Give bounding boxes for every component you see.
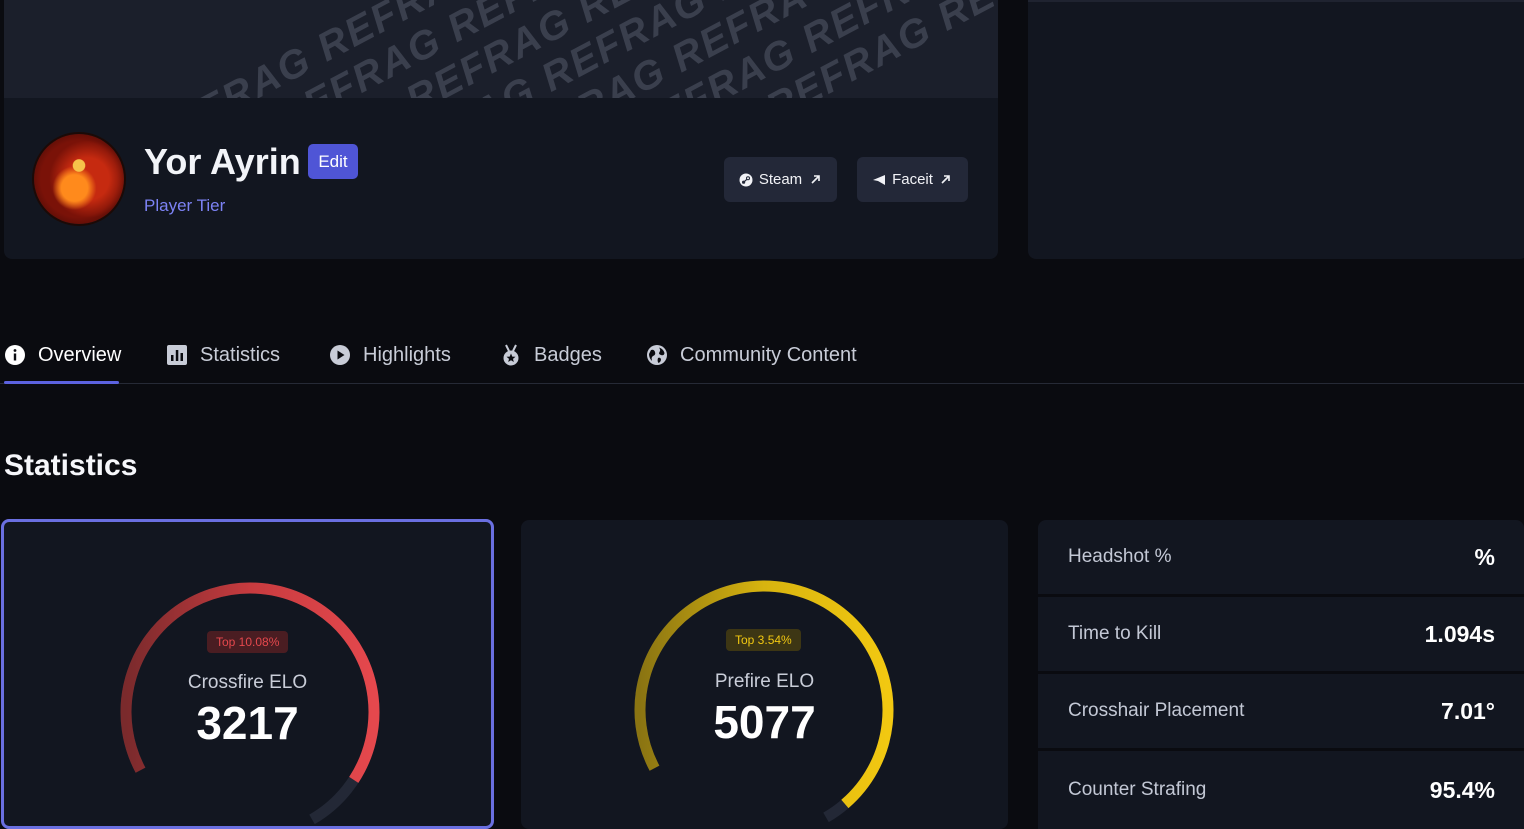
tab-label: Community Content — [680, 343, 857, 366]
stat-label: Counter Strafing — [1068, 779, 1207, 800]
tab-label: Statistics — [200, 343, 281, 366]
player-tier-link[interactable]: Player Tier — [144, 196, 225, 216]
tab-statistics[interactable]: Statistics — [166, 326, 280, 384]
profile-banner: REFRAG REFRAG REFRAG REFRAG REFRAG REFRA… — [4, 0, 998, 98]
tab-overview[interactable]: Overview — [4, 326, 122, 384]
avatar[interactable] — [34, 134, 124, 224]
stats-list: Headshot % % Time to Kill 1.094s Crossha… — [1038, 520, 1524, 829]
stat-label: Time to Kill — [1068, 623, 1162, 644]
edit-button[interactable]: Edit — [308, 144, 358, 179]
tab-label: Overview — [38, 343, 122, 366]
gauge-label: Prefire ELO — [714, 671, 815, 692]
crossfire-elo-card[interactable]: Top 10.08% Crossfire ELO 3217 — [1, 519, 494, 829]
stat-label: Headshot % — [1068, 546, 1172, 567]
stat-row-headshot: Headshot % % — [1038, 520, 1524, 594]
stat-row-time-to-kill: Time to Kill 1.094s — [1038, 597, 1524, 671]
stat-row-counter-strafing: Counter Strafing 95.4% — [1038, 751, 1524, 829]
external-arrow-icon — [939, 173, 953, 187]
steam-icon — [739, 173, 753, 187]
stat-value: 7.01° — [1441, 697, 1495, 724]
stat-label: Crosshair Placement — [1068, 700, 1245, 721]
player-name: Yor Ayrin — [144, 141, 301, 182]
tab-label: Highlights — [363, 343, 451, 366]
profile-card: REFRAG REFRAG REFRAG REFRAG REFRAG REFRA… — [4, 0, 998, 259]
stat-value: 1.094s — [1424, 620, 1495, 647]
gauge-value: 5077 — [713, 696, 816, 748]
tab-highlights[interactable]: Highlights — [329, 326, 451, 384]
percentile-badge: Top 3.54% — [726, 629, 801, 651]
tab-badges[interactable]: Badges — [500, 326, 602, 384]
stat-row-crosshair-placement: Crosshair Placement 7.01° — [1038, 674, 1524, 748]
tab-label: Badges — [534, 343, 602, 366]
gauge-value: 3217 — [196, 697, 299, 749]
banner-pattern: REFRAG REFRAG REFRAG REFRAG REFRAG REFRA… — [4, 0, 998, 98]
steam-link-button[interactable]: Steam — [724, 157, 837, 202]
medal-icon — [500, 344, 522, 366]
prefire-elo-card[interactable]: Top 3.54% Prefire ELO 5077 — [521, 520, 1008, 829]
stat-value: 95.4% — [1429, 776, 1495, 803]
profile-tabs: Overview Statistics Highlights Badges Co… — [0, 326, 1524, 384]
info-icon — [4, 344, 26, 366]
external-arrow-icon — [808, 173, 822, 187]
faceit-icon — [872, 173, 886, 187]
steam-link-label: Steam — [758, 171, 803, 188]
side-panel — [1028, 0, 1524, 259]
statistics-heading: Statistics — [4, 449, 138, 482]
play-icon — [329, 344, 351, 366]
tab-community-content[interactable]: Community Content — [646, 326, 857, 384]
percentile-badge: Top 10.08% — [207, 631, 289, 653]
faceit-link-label: Faceit — [892, 171, 933, 188]
gauge-label: Crossfire ELO — [187, 672, 308, 693]
faceit-link-button[interactable]: Faceit — [857, 157, 968, 202]
stat-value: % — [1474, 543, 1495, 570]
bar-chart-icon — [166, 344, 188, 366]
globe-icon — [646, 344, 668, 366]
